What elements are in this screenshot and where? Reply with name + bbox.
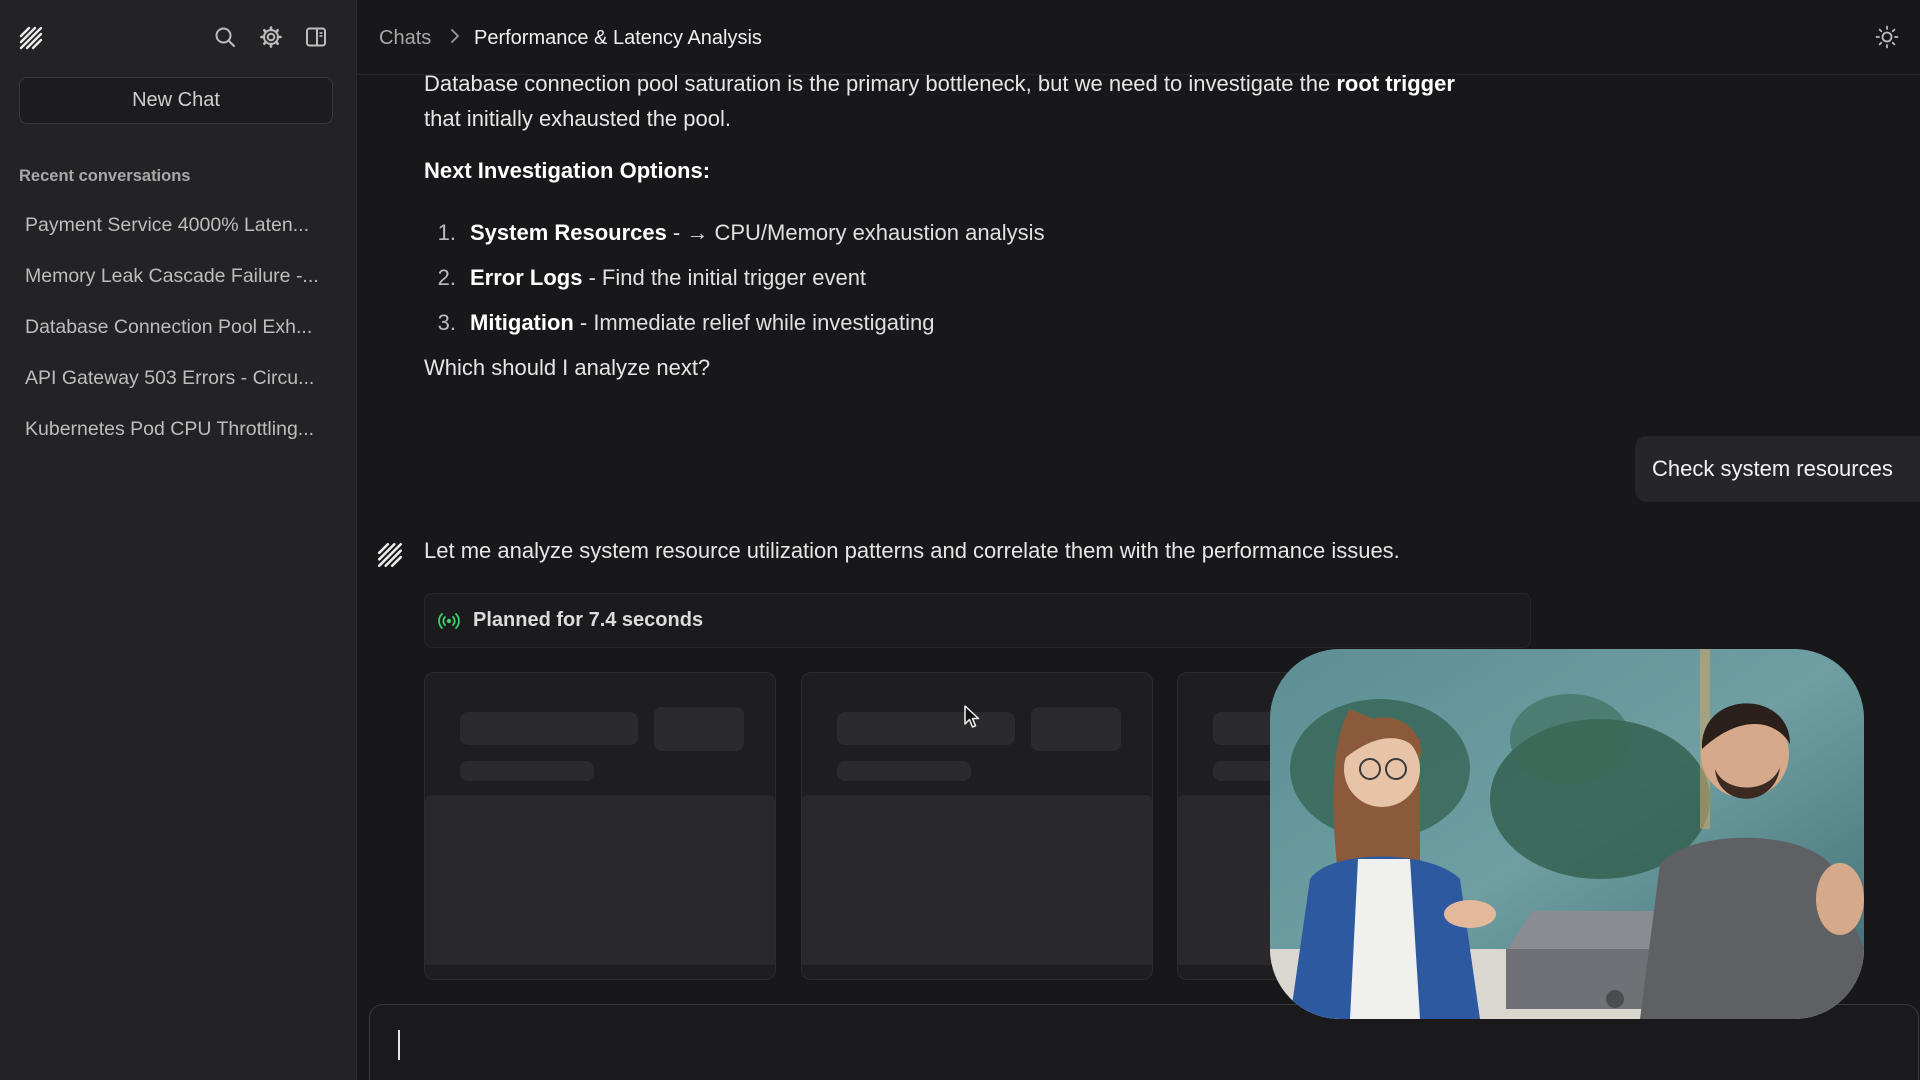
conversation-list: Payment Service 4000% Laten... Memory Le… (19, 200, 339, 455)
logo-icon[interactable] (18, 25, 44, 51)
conversation-item[interactable]: Memory Leak Cascade Failure -... (19, 251, 339, 302)
sidebar-toggle-icon[interactable] (304, 25, 328, 49)
mouse-cursor-icon (964, 705, 980, 728)
skeleton-badge (1031, 707, 1121, 751)
skeleton-title (460, 712, 638, 745)
option-title: Error Logs (470, 264, 583, 290)
recent-conversations-label: Recent conversations (19, 167, 191, 185)
skeleton-subtitle (460, 761, 594, 781)
option-description: - Find the initial trigger event (588, 264, 867, 290)
assistant-message-line: that initially exhausted the pool. (424, 106, 731, 131)
breadcrumb-current: Performance & Latency Analysis (474, 27, 762, 49)
options-heading: Next Investigation Options: (424, 158, 711, 183)
planning-status[interactable]: Planned for 7.4 seconds (424, 593, 1531, 648)
message-bold-text: root trigger (1336, 71, 1455, 96)
conversation-item[interactable]: API Gateway 503 Errors - Circu... (19, 353, 339, 404)
message-text: Database connection pool saturation is t… (424, 71, 1337, 96)
video-frame-illustration (1270, 649, 1864, 1019)
list-number: 3. (437, 309, 456, 335)
conversation-item[interactable]: Database Connection Pool Exh... (19, 302, 339, 353)
sidebar-toolbar (0, 0, 357, 74)
breadcrumb-chats-link[interactable]: Chats (379, 27, 431, 50)
conversation-item[interactable]: Kubernetes Pod CPU Throttling... (19, 404, 339, 455)
skeleton-body (425, 795, 775, 965)
loading-card (424, 672, 776, 980)
sun-icon[interactable] (1874, 24, 1900, 50)
list-item: 3. Mitigation - Immediate relief while i… (424, 300, 1045, 345)
option-title: Mitigation (470, 309, 574, 335)
user-message-bubble: Check system resources (1635, 436, 1920, 502)
chevron-right-icon (451, 29, 459, 43)
sidebar: New Chat Recent conversations Payment Se… (0, 0, 357, 1080)
gear-icon[interactable] (259, 25, 283, 49)
video-overlay[interactable] (1270, 649, 1864, 1019)
search-icon[interactable] (213, 25, 237, 49)
broadcast-icon (438, 612, 460, 629)
new-chat-button[interactable]: New Chat (19, 77, 333, 124)
planned-duration-label: Planned for 7.4 seconds (473, 609, 704, 631)
list-item: 2. Error Logs - Find the initial trigger… (424, 255, 1045, 300)
skeleton-badge (654, 707, 744, 751)
text-caret (398, 1030, 400, 1060)
option-description: - Immediate relief while investigating (579, 309, 935, 335)
assistant-message-line: Database connection pool saturation is t… (424, 66, 1455, 102)
option-description: - → CPU/Memory exhaustion analysis (672, 219, 1045, 245)
options-list: 1. System Resources - → CPU/Memory exhau… (424, 210, 1045, 345)
skeleton-subtitle (837, 761, 971, 781)
skeleton-title (837, 712, 1015, 745)
list-number: 1. (437, 219, 456, 245)
list-number: 2. (437, 264, 456, 290)
option-title: System Resources (470, 219, 667, 245)
conversation-item[interactable]: Payment Service 4000% Laten... (19, 200, 339, 251)
chat-header: Chats Performance & Latency Analysis (357, 0, 1920, 75)
list-item: 1. System Resources - → CPU/Memory exhau… (424, 210, 1045, 255)
skeleton-body (802, 795, 1152, 965)
assistant-message-text: Let me analyze system resource utilizati… (424, 538, 1400, 563)
assistant-question: Which should I analyze next? (424, 355, 711, 380)
assistant-avatar-icon (377, 542, 403, 568)
